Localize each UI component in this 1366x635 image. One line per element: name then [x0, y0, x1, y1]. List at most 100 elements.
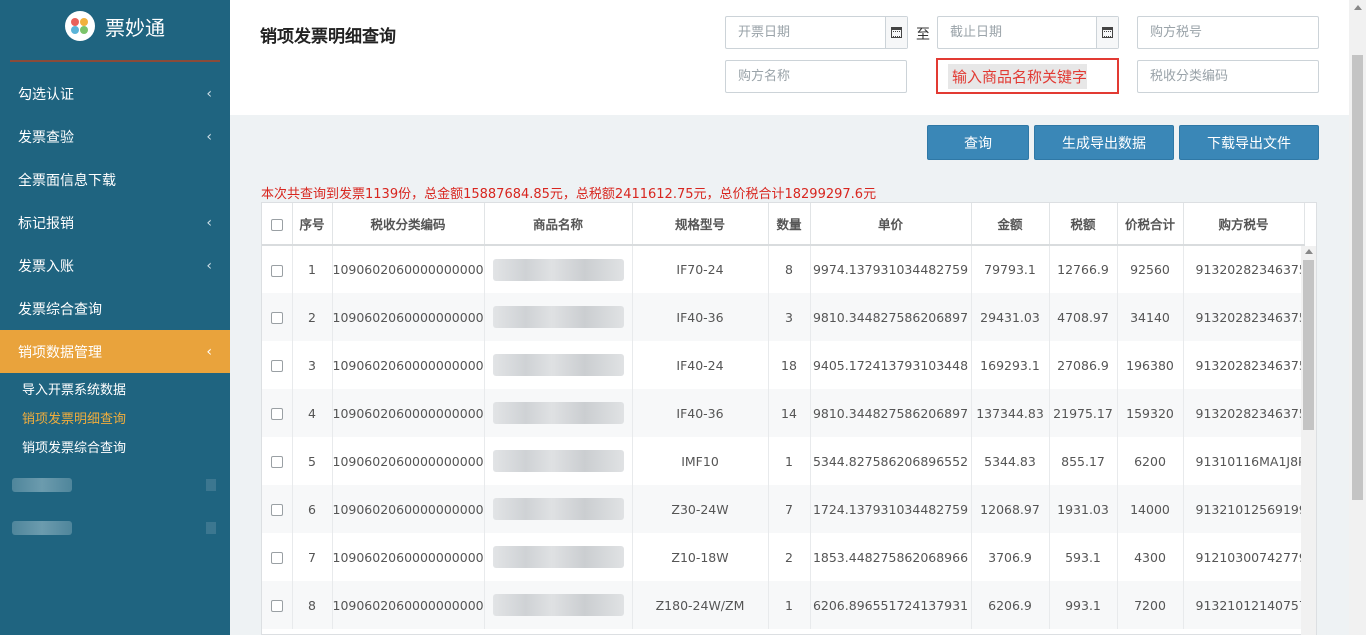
- logo-icon: [65, 11, 95, 41]
- cell-qty: 8: [768, 245, 811, 293]
- chevron-down-icon: ‹: [206, 343, 212, 360]
- calendar-icon: [1102, 27, 1113, 38]
- table-row[interactable]: 8 1090602060000000000 Z180-24W/ZM 1 6206.896…: [262, 581, 1305, 629]
- sidebar-item-sales-data[interactable]: 销项数据管理 ‹: [0, 330, 230, 373]
- row-select-cell[interactable]: [262, 437, 293, 485]
- sidebar-item-redacted[interactable]: [0, 463, 230, 506]
- table-row[interactable]: 3 1090602060000000000 IF40-24 18 9405.172413…: [262, 341, 1305, 389]
- sidebar-item-invoice-query[interactable]: 发票综合查询: [0, 287, 230, 330]
- end-date-field[interactable]: [937, 16, 1119, 49]
- sidebar-item-full-download[interactable]: 全票面信息下载: [0, 158, 230, 201]
- calendar-button[interactable]: [885, 17, 907, 48]
- tax-code-field[interactable]: [1137, 60, 1319, 93]
- cell-buyer-tax: 913202823463759: [1183, 341, 1305, 389]
- table-row[interactable]: 6 1090602060000000000 Z30-24W 7 1724.1379310…: [262, 485, 1305, 533]
- query-button[interactable]: 查询: [927, 125, 1029, 160]
- sidebar-item-label: 勾选认证: [18, 86, 74, 103]
- scrollbar-thumb[interactable]: [1303, 260, 1314, 430]
- select-all-checkbox[interactable]: [270, 218, 283, 231]
- row-checkbox[interactable]: [270, 552, 283, 564]
- buyer-tax-input[interactable]: [1138, 17, 1318, 48]
- cell-product-name: [484, 581, 633, 629]
- scroll-up-icon[interactable]: [1305, 249, 1313, 254]
- row-checkbox[interactable]: [270, 360, 283, 372]
- generate-export-button[interactable]: 生成导出数据: [1034, 125, 1174, 160]
- column-header: 购方税号: [1183, 203, 1305, 246]
- cell-product-name: [484, 245, 633, 293]
- sidebar-item-redacted[interactable]: [0, 506, 230, 549]
- cell-tax-code: 1090602060000000000: [332, 485, 485, 533]
- cell-no: 6: [292, 485, 333, 533]
- row-select-cell[interactable]: [262, 533, 293, 581]
- cell-product-name: [484, 293, 633, 341]
- row-checkbox[interactable]: [270, 264, 283, 277]
- cell-qty: 2: [768, 533, 811, 581]
- invoice-detail-table: 序号 税收分类编码 商品名称 规格型号 数量 单价 金额 税额 价税合计 购方税…: [261, 202, 1317, 635]
- table-row[interactable]: 2 1090602060000000000 IF40-36 3 9810.3448275…: [262, 293, 1305, 341]
- download-export-button[interactable]: 下载导出文件: [1179, 125, 1319, 160]
- redacted-product-name: [492, 258, 624, 281]
- row-checkbox[interactable]: [270, 504, 283, 516]
- chevron-left-icon: ‹: [206, 257, 212, 274]
- column-header: 价税合计: [1117, 203, 1184, 246]
- cell-buyer-tax: 913210125691999: [1183, 485, 1305, 533]
- column-header: 数量: [768, 203, 811, 246]
- column-header: 单价: [810, 203, 972, 246]
- sidebar-item-invoice-verify[interactable]: 发票查验 ‹: [0, 115, 230, 158]
- table-row[interactable]: 5 1090602060000000000 IMF10 1 5344.827586206…: [262, 437, 1305, 485]
- sidebar-item-label: 发票入账: [18, 258, 74, 275]
- cell-total: 7200: [1117, 581, 1184, 629]
- sidebar-subitem-sales-detail[interactable]: 销项发票明细查询: [0, 405, 230, 434]
- page-scrollbar[interactable]: [1349, 0, 1366, 635]
- keyword-text: 输入商品名称关键字: [948, 63, 1088, 89]
- row-select-cell[interactable]: [262, 581, 293, 629]
- row-select-cell[interactable]: [262, 245, 293, 293]
- sidebar: 票妙通 勾选认证 ‹ 发票查验 ‹ 全票面信息下载 标记报销 ‹ 发票入账 ‹ …: [0, 0, 230, 635]
- row-select-cell[interactable]: [262, 293, 293, 341]
- select-all-header[interactable]: [262, 203, 293, 246]
- cell-spec: IF40-24: [632, 341, 769, 389]
- chevron-left-icon: ‹: [206, 214, 212, 231]
- table-row[interactable]: 1 1090602060000000000 IF70-24 8 9974.1379310…: [262, 245, 1305, 293]
- product-keyword-input[interactable]: 输入商品名称关键字: [936, 58, 1119, 94]
- redacted-product-name: [492, 594, 624, 616]
- row-checkbox[interactable]: [270, 312, 283, 324]
- cell-no: 1: [292, 245, 333, 293]
- buyer-name-input[interactable]: [726, 61, 906, 92]
- redacted-product-name: [492, 306, 624, 328]
- end-date-input[interactable]: [938, 17, 1118, 48]
- cell-amount: 3706.9: [971, 533, 1050, 581]
- row-select-cell[interactable]: [262, 341, 293, 389]
- sidebar-item-invoice-booking[interactable]: 发票入账 ‹: [0, 244, 230, 287]
- table-scrollbar[interactable]: [1301, 246, 1316, 635]
- row-select-cell[interactable]: [262, 485, 293, 533]
- row-select-cell[interactable]: [262, 389, 293, 437]
- cell-no: 5: [292, 437, 333, 485]
- cell-total: 14000: [1117, 485, 1184, 533]
- start-date-input[interactable]: [726, 17, 907, 48]
- cell-price: 1724.137931034482759: [810, 485, 972, 533]
- row-checkbox[interactable]: [270, 600, 283, 612]
- sidebar-item-mark-reimburse[interactable]: 标记报销 ‹: [0, 201, 230, 244]
- start-date-field[interactable]: [725, 16, 908, 49]
- sidebar-subitem-sales-summary[interactable]: 销项发票综合查询: [0, 434, 230, 463]
- sidebar-item-check-certify[interactable]: 勾选认证 ‹: [0, 72, 230, 115]
- calendar-button[interactable]: [1096, 17, 1118, 48]
- cell-tax-code: 1090602060000000000: [332, 437, 485, 485]
- chevron-left-icon: ‹: [206, 85, 212, 102]
- table-row[interactable]: 7 1090602060000000000 Z10-18W 2 1853.4482758…: [262, 533, 1305, 581]
- buyer-name-field[interactable]: [725, 60, 907, 93]
- cell-spec: Z180-24W/ZM: [632, 581, 769, 629]
- row-checkbox[interactable]: [270, 456, 283, 468]
- scrollbar-thumb[interactable]: [1352, 55, 1363, 500]
- scroll-up-icon[interactable]: [1354, 5, 1362, 10]
- cell-tax: 993.1: [1049, 581, 1118, 629]
- buyer-tax-field[interactable]: [1137, 16, 1319, 49]
- cell-no: 7: [292, 533, 333, 581]
- brand[interactable]: 票妙通: [0, 0, 230, 52]
- sidebar-subitem-import[interactable]: 导入开票系统数据: [0, 376, 230, 405]
- tax-code-input[interactable]: [1138, 61, 1318, 92]
- table-row[interactable]: 4 1090602060000000000 IF40-36 14 9810.344827…: [262, 389, 1305, 437]
- cell-price: 9974.137931034482759: [810, 245, 972, 293]
- row-checkbox[interactable]: [270, 408, 283, 420]
